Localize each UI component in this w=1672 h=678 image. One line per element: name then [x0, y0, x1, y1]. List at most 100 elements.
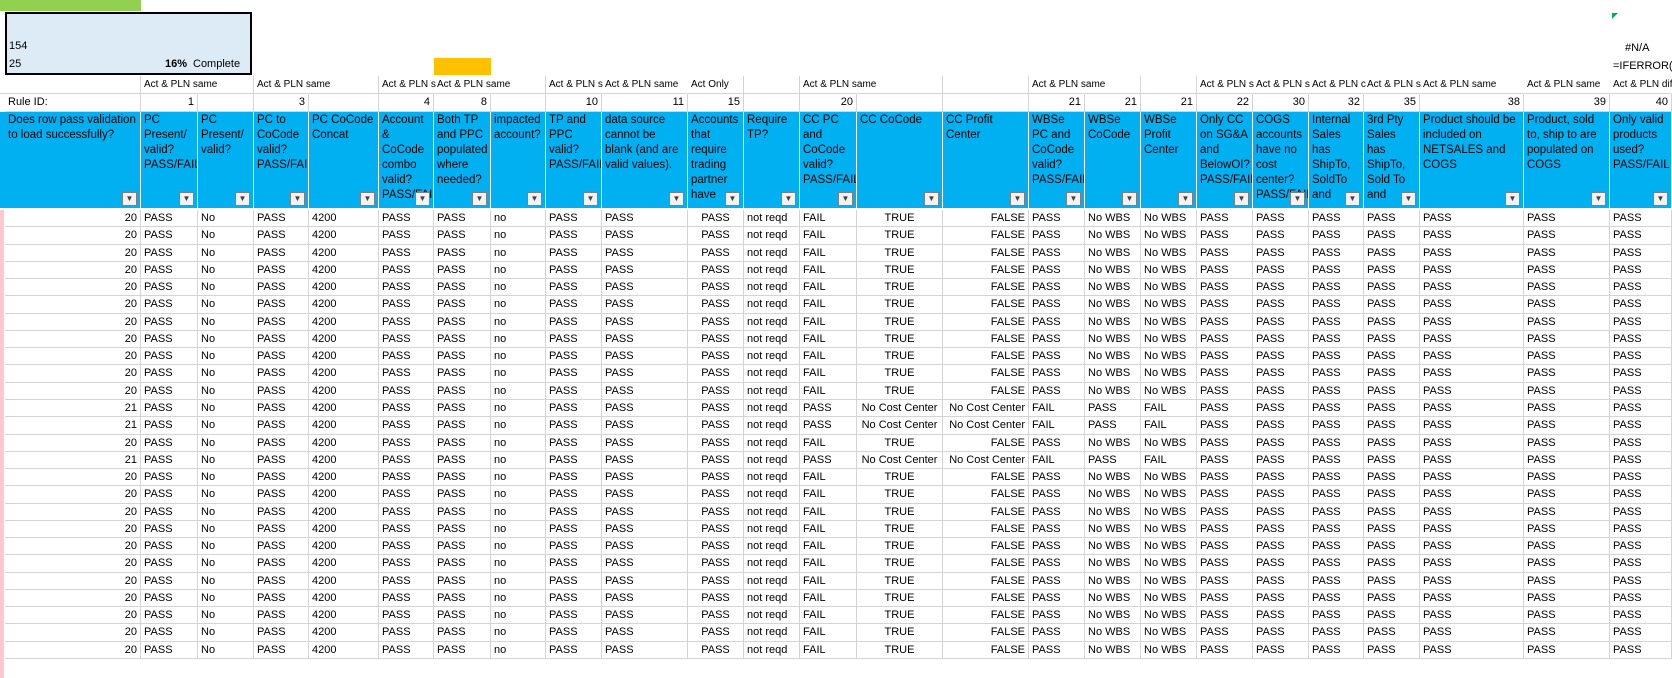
filter-dropdown-icon[interactable]: ▼ — [1178, 192, 1193, 206]
cell-product-soldto-shipto[interactable]: PASS — [1524, 382, 1610, 400]
cell-pc-cocode-valid[interactable]: PASS — [254, 365, 309, 383]
cell-tp-ppc-valid[interactable]: PASS — [546, 365, 602, 383]
filter-dropdown-icon[interactable]: ▼ — [1401, 192, 1416, 206]
cell-only-cc-sga[interactable]: PASS — [1197, 210, 1253, 228]
cell-trading-partner-accounts[interactable]: PASS — [688, 279, 744, 297]
cell-cogs-no-cost-center[interactable]: PASS — [1253, 365, 1309, 383]
cell-trading-partner-accounts[interactable]: PASS — [688, 641, 744, 660]
cell-impacted-account[interactable]: no — [491, 261, 546, 280]
cell-pc-present[interactable]: No — [198, 607, 254, 625]
cell-tp-ppc-populated[interactable]: PASS — [434, 296, 491, 314]
cell-third-party-sales[interactable]: PASS — [1364, 434, 1420, 452]
cell-data-source[interactable]: PASS — [602, 244, 688, 262]
cell-wbse-cocode[interactable]: No WBS — [1085, 538, 1141, 556]
cell-pc-present[interactable]: No — [198, 451, 254, 470]
cell-internal-sales[interactable]: PASS — [1309, 503, 1364, 521]
cell-cc-cocode[interactable]: No Cost Center — [857, 451, 943, 470]
cell-wbse-profit-center[interactable]: No WBS — [1141, 348, 1197, 366]
cell-wbse-pc-cocode-valid[interactable]: PASS — [1029, 572, 1085, 590]
cell-tp-ppc-populated[interactable]: PASS — [434, 279, 491, 297]
cell-pc-cocode-concat[interactable]: 4200 — [309, 469, 379, 487]
cell-cogs-no-cost-center[interactable]: PASS — [1253, 469, 1309, 487]
cell-cc-profit-center[interactable]: FALSE — [943, 589, 1029, 608]
cell-product-soldto-shipto[interactable]: PASS — [1524, 641, 1610, 660]
cell-wbse-cocode[interactable]: No WBS — [1085, 572, 1141, 590]
cell-product-netsales-cogs[interactable]: PASS — [1420, 572, 1524, 590]
cell-row-status[interactable]: 20 — [5, 572, 141, 590]
cell-wbse-profit-center[interactable]: FAIL — [1141, 417, 1197, 435]
filter-dropdown-icon[interactable]: ▼ — [1345, 192, 1360, 206]
cell-wbse-profit-center[interactable]: No WBS — [1141, 503, 1197, 521]
cell-pc-present[interactable]: No — [198, 572, 254, 590]
cell-trading-partner-accounts[interactable]: PASS — [688, 451, 744, 470]
cell-product-netsales-cogs[interactable]: PASS — [1420, 451, 1524, 470]
cell-cc-profit-center[interactable]: FALSE — [943, 572, 1029, 590]
cell-tp-ppc-populated[interactable]: PASS — [434, 503, 491, 521]
cell-cc-profit-center[interactable]: FALSE — [943, 244, 1029, 262]
cell-tp-ppc-populated[interactable]: PASS — [434, 399, 491, 418]
cell-valid-products[interactable]: PASS — [1610, 296, 1672, 314]
cell-impacted-account[interactable]: no — [491, 555, 546, 573]
cell-valid-products[interactable]: PASS — [1610, 417, 1672, 435]
cell-only-cc-sga[interactable]: PASS — [1197, 244, 1253, 262]
header-product-soldto-shipto[interactable]: Product, sold to, ship to are populated … — [1524, 112, 1610, 208]
cell-internal-sales[interactable]: PASS — [1309, 434, 1364, 452]
cell-pc-cocode-concat[interactable]: 4200 — [309, 607, 379, 625]
cell-wbse-cocode[interactable]: No WBS — [1085, 296, 1141, 314]
act-label-internal-sales[interactable]: Act & PLN c — [1309, 76, 1366, 94]
cell-internal-sales[interactable]: PASS — [1309, 486, 1364, 504]
cell-valid-products[interactable]: PASS — [1610, 227, 1672, 245]
cell-impacted-account[interactable]: no — [491, 330, 546, 349]
header-wbse-cocode[interactable]: WBSe CoCode ▼ — [1085, 112, 1141, 208]
cell-pc-present[interactable]: No — [198, 486, 254, 504]
cell-data-source[interactable]: PASS — [602, 538, 688, 556]
cell-account-cocode-combo[interactable]: PASS — [379, 607, 434, 625]
header-cc-cocode[interactable]: CC CoCode ▼ — [857, 112, 943, 208]
cell-wbse-profit-center[interactable]: No WBS — [1141, 641, 1197, 660]
cell-wbse-pc-cocode-valid[interactable]: PASS — [1029, 469, 1085, 487]
cell-cc-pc-cocode-valid[interactable]: FAIL — [800, 520, 857, 539]
cell-pc-present[interactable]: No — [198, 210, 254, 228]
cell-tp-ppc-populated[interactable]: PASS — [434, 227, 491, 245]
cell-cc-cocode[interactable]: TRUE — [857, 555, 943, 573]
act-label-wbse-cocode[interactable] — [1085, 76, 1141, 94]
header-require-tp[interactable]: Require TP? ▼ — [744, 112, 800, 208]
cell-cc-profit-center[interactable]: FALSE — [943, 313, 1029, 331]
cell-trading-partner-accounts[interactable]: PASS — [688, 296, 744, 314]
header-pc-present-valid[interactable]: PC Present/ valid? PASS/FAIL ▼ — [141, 112, 198, 208]
cell-impacted-account[interactable]: no — [491, 538, 546, 556]
cell-third-party-sales[interactable]: PASS — [1364, 607, 1420, 625]
cell-wbse-cocode[interactable]: No WBS — [1085, 210, 1141, 228]
cell-product-netsales-cogs[interactable]: PASS — [1420, 313, 1524, 331]
cell-pc-present-valid[interactable]: PASS — [141, 624, 198, 642]
cell-product-netsales-cogs[interactable]: PASS — [1420, 641, 1524, 660]
cell-tp-ppc-populated[interactable]: PASS — [434, 261, 491, 280]
cell-pc-present-valid[interactable]: PASS — [141, 434, 198, 452]
cell-pc-present-valid[interactable]: PASS — [141, 486, 198, 504]
cell-third-party-sales[interactable]: PASS — [1364, 261, 1420, 280]
cell-product-netsales-cogs[interactable]: PASS — [1420, 624, 1524, 642]
cell-internal-sales[interactable]: PASS — [1309, 365, 1364, 383]
cell-account-cocode-combo[interactable]: PASS — [379, 486, 434, 504]
cell-require-tp[interactable]: not reqd — [744, 486, 800, 504]
cell-tp-ppc-valid[interactable]: PASS — [546, 382, 602, 400]
filter-dropdown-icon[interactable]: ▼ — [924, 192, 939, 206]
cell-data-source[interactable]: PASS — [602, 210, 688, 228]
cell-require-tp[interactable]: not reqd — [744, 607, 800, 625]
cell-product-soldto-shipto[interactable]: PASS — [1524, 538, 1610, 556]
cell-pc-cocode-valid[interactable]: PASS — [254, 520, 309, 539]
cell-impacted-account[interactable]: no — [491, 624, 546, 642]
cell-internal-sales[interactable]: PASS — [1309, 538, 1364, 556]
cell-cogs-no-cost-center[interactable]: PASS — [1253, 538, 1309, 556]
cell-valid-products[interactable]: PASS — [1610, 572, 1672, 590]
cell-only-cc-sga[interactable]: PASS — [1197, 451, 1253, 470]
cell-wbse-pc-cocode-valid[interactable]: PASS — [1029, 589, 1085, 608]
cell-product-soldto-shipto[interactable]: PASS — [1524, 348, 1610, 366]
cell-impacted-account[interactable]: no — [491, 572, 546, 590]
cell-cc-profit-center[interactable]: FALSE — [943, 227, 1029, 245]
cell-internal-sales[interactable]: PASS — [1309, 520, 1364, 539]
cell-product-soldto-shipto[interactable]: PASS — [1524, 503, 1610, 521]
cell-row-status[interactable]: 20 — [5, 555, 141, 573]
rule-id-internal-sales[interactable]: 32 — [1309, 94, 1364, 112]
cell-pc-cocode-concat[interactable]: 4200 — [309, 399, 379, 418]
